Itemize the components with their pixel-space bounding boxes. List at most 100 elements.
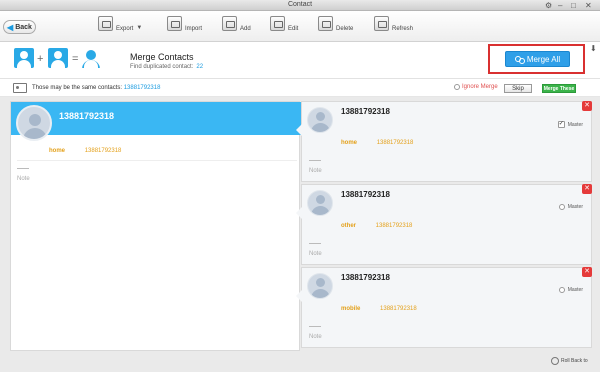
edit-icon	[270, 15, 285, 31]
merged-contact-header: 13881792318	[11, 102, 307, 141]
master-radio[interactable]	[558, 204, 565, 210]
export-icon	[98, 15, 113, 31]
duplicate-phone-field: mobile 13881792318	[341, 306, 417, 312]
equals-icon: =	[72, 53, 79, 65]
master-option[interactable]: Master	[558, 287, 583, 293]
master-label: Master	[567, 287, 583, 293]
add-contact-icon	[222, 15, 237, 31]
plus-icon: +	[37, 53, 44, 65]
merge-subtitle: Find duplicated contact: 22	[130, 64, 203, 70]
duplicate-count: 22	[196, 64, 204, 70]
duplicate-contact-name: 13881792318	[341, 190, 390, 199]
delete-label: Delete	[336, 26, 354, 32]
edit-label: Edit	[288, 26, 299, 32]
merge-all-highlight: Merge All	[488, 44, 585, 74]
add-button[interactable]: Add	[222, 14, 251, 32]
export-label: Export	[116, 26, 134, 32]
master-option[interactable]: ✓ Master	[557, 121, 583, 128]
maximize-icon[interactable]: □	[571, 1, 576, 10]
divider	[17, 160, 297, 161]
phone-type-label: mobile	[341, 306, 361, 312]
merged-phone-field: home 13881792318	[49, 148, 121, 154]
duplicate-contact-card[interactable]: 13881792318 ✕ Master other 13881792318 N…	[296, 184, 592, 265]
master-checkbox[interactable]: ✓	[557, 121, 565, 128]
ignore-merge-radio[interactable]	[454, 84, 460, 90]
avatar	[16, 105, 52, 141]
phone-value: 13881792318	[375, 223, 413, 229]
import-label: Import	[185, 26, 203, 32]
duplicate-contact-card[interactable]: 13881792318 ✕ ✓ Master home 13881792318 …	[296, 101, 592, 182]
master-option[interactable]: Master	[558, 204, 583, 210]
arrow-down-icon[interactable]: ⬇	[590, 44, 597, 53]
duplicate-contact-card[interactable]: 13881792318 ✕ Master mobile 13881792318 …	[296, 267, 592, 348]
contact-icon	[14, 48, 34, 68]
merge-all-label: Merge All	[526, 54, 561, 64]
duplicate-contact-name: 13881792318	[341, 273, 390, 282]
refresh-button[interactable]: Refresh	[374, 14, 413, 32]
settings-icon[interactable]: ⚙	[545, 1, 552, 10]
group-number: 13881792318	[123, 85, 161, 91]
group-description: Those may be the same contacts: 13881792…	[32, 85, 160, 91]
refresh-label: Refresh	[392, 26, 414, 32]
roll-back-label: Roll Back to	[561, 358, 588, 364]
minimize-icon[interactable]: –	[558, 1, 562, 10]
merged-contact-icon	[81, 48, 101, 68]
merge-these-button[interactable]: Merge These	[542, 84, 576, 93]
phone-type-label: other	[341, 223, 356, 229]
divider	[309, 160, 321, 161]
contact-card-icon	[13, 83, 27, 93]
divider	[309, 243, 321, 244]
avatar	[307, 273, 333, 299]
note-label: Note	[309, 168, 322, 174]
merged-contact-panel: 13881792318 home 13881792318 Note	[10, 101, 307, 351]
phone-value: 13881792318	[84, 148, 122, 154]
trash-icon	[318, 15, 333, 31]
avatar	[307, 107, 333, 133]
note-label: Note	[17, 176, 30, 182]
remove-icon[interactable]: ✕	[582, 184, 592, 194]
refresh-icon	[374, 15, 389, 31]
back-arrow-icon: ◀	[7, 22, 14, 32]
import-icon	[167, 15, 182, 31]
add-label: Add	[240, 26, 251, 32]
window-title: Contact	[287, 1, 313, 8]
phone-value: 13881792318	[380, 306, 417, 312]
export-button[interactable]: Export ▼	[98, 14, 142, 32]
divider	[17, 168, 29, 169]
phone-type-label: home	[49, 148, 66, 154]
merge-workspace: 13881792318 home 13881792318 Note 138817…	[0, 97, 600, 372]
ignore-merge-label: Ignore Merge	[462, 84, 498, 90]
merged-contact-name: 13881792318	[59, 111, 115, 121]
chevron-down-icon[interactable]: ▼	[136, 25, 142, 31]
phone-type-label: home	[341, 140, 358, 146]
remove-icon[interactable]: ✕	[582, 101, 592, 111]
note-label: Note	[309, 251, 322, 257]
title-bar: Contact ⚙ – □ ✕	[0, 0, 600, 11]
merge-subtitle-text: Find duplicated contact:	[130, 64, 194, 70]
remove-icon[interactable]: ✕	[582, 267, 592, 277]
close-icon[interactable]: ✕	[585, 1, 592, 10]
divider	[309, 326, 321, 327]
duplicate-contact-name: 13881792318	[341, 107, 390, 116]
roll-back-button[interactable]: Roll Back to	[551, 357, 588, 365]
master-label: Master	[567, 204, 583, 210]
master-radio[interactable]	[558, 287, 565, 293]
merge-title: Merge Contacts	[130, 52, 194, 62]
master-label: Master	[567, 121, 583, 128]
back-label: Back	[15, 23, 32, 31]
merge-all-button[interactable]: Merge All	[505, 51, 570, 67]
edit-button[interactable]: Edit	[270, 14, 298, 32]
import-button[interactable]: Import	[167, 14, 202, 32]
avatar	[307, 190, 333, 216]
rollback-icon	[551, 357, 559, 365]
toolbar: ◀ Back Export ▼ Import Add Edit Delete R…	[0, 11, 600, 42]
people-icon	[514, 55, 525, 64]
duplicate-group-bar: Those may be the same contacts: 13881792…	[0, 80, 600, 97]
duplicate-phone-field: other 13881792318	[341, 223, 412, 229]
skip-button[interactable]: Skip	[504, 84, 532, 93]
phone-value: 13881792318	[376, 140, 414, 146]
delete-button[interactable]: Delete	[318, 14, 353, 32]
back-button[interactable]: ◀ Back	[3, 20, 36, 34]
ignore-merge-option[interactable]: Ignore Merge	[454, 84, 498, 90]
merge-header: + = Merge Contacts Find duplicated conta…	[0, 43, 600, 79]
